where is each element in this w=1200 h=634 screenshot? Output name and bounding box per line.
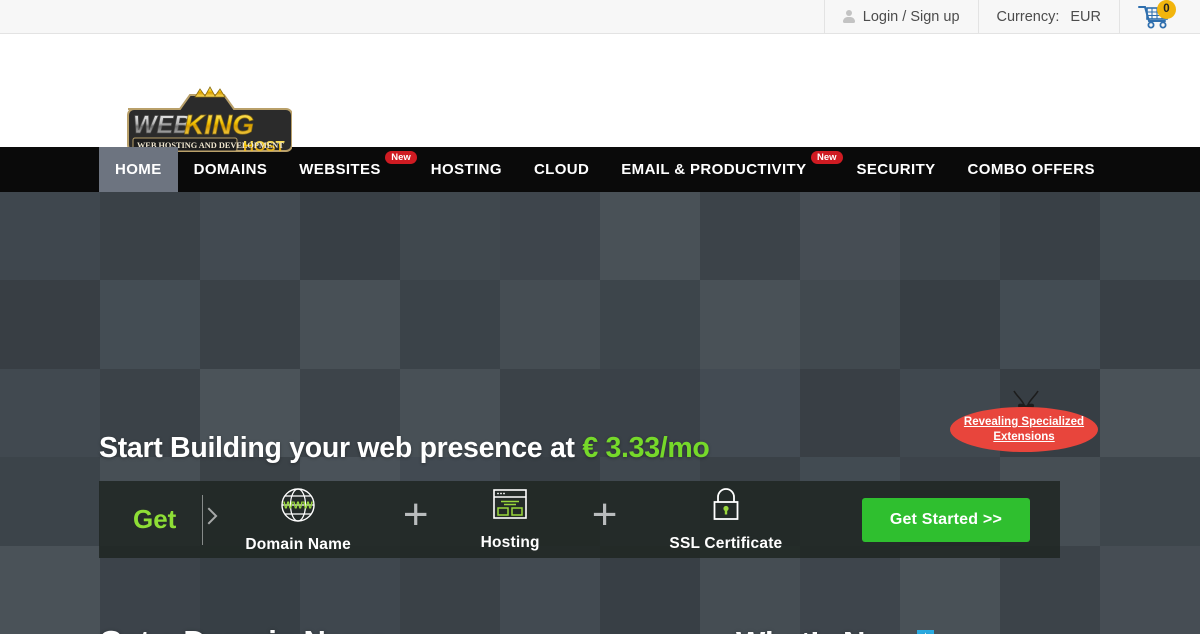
feature-hosting: Hosting [481, 488, 540, 552]
nav-item-label: WEBSITES [299, 161, 381, 178]
feature-ssl-label: SSL Certificate [669, 534, 783, 552]
cart-icon: 0 [1138, 0, 1176, 30]
nav-item-cloud[interactable]: CLOUD [518, 147, 605, 192]
get-label: Get [133, 504, 177, 534]
feature-domain-label: Domain Name [245, 535, 351, 553]
svg-text:WWW: WWW [283, 499, 313, 511]
nav-item-combo-offers[interactable]: COMBO OFFERS [952, 147, 1111, 192]
feature-ssl-certificate: SSL Certificate [669, 487, 782, 553]
nav-item-websites[interactable]: WEBSITES New [283, 147, 417, 192]
top-utility-bar: Login / Sign up Currency: EUR 0 [0, 0, 1200, 34]
login-signup-label: Login / Sign up [862, 8, 960, 25]
promo-tag-line1: Revealing Specialized [963, 416, 1085, 429]
nav-item-label: HOSTING [430, 161, 502, 178]
logo-band: WEB KING HOST WEB HOSTING AND DEVELOPMEN… [0, 34, 1200, 155]
currency-value: EUR [1070, 8, 1101, 25]
nav-item-label: DOMAINS [193, 161, 268, 178]
nav-item-hosting[interactable]: HOSTING [415, 147, 518, 192]
nav-item-security[interactable]: SECURITY [841, 147, 952, 192]
currency-selector[interactable]: Currency: EUR [977, 0, 1119, 33]
feature-domain-name: WWW Domain Name [245, 486, 351, 554]
hero-section: Start Building your web presence at € 3.… [0, 192, 1200, 634]
whats-new-heading-label: What’s New [736, 625, 906, 634]
currency-label: Currency: [996, 8, 1060, 25]
nav-item-email-productivity[interactable]: EMAIL & PRODUCTIVITY New [605, 147, 843, 192]
plus-icon-2: + [591, 490, 618, 540]
hero-headline: Start Building your web presence at € 3.… [99, 432, 710, 465]
nav-item-home[interactable]: HOME [99, 147, 178, 192]
promo-tag-line2: Extensions [993, 430, 1055, 443]
nav-item-label: SECURITY [856, 161, 936, 178]
bundle-strip: Get WWW Domain Name + Hosting + SSL Cert… [99, 481, 1060, 558]
whats-new-heading: What’s New ★ [736, 625, 934, 634]
hero-price: € 3.33/mo [582, 432, 710, 464]
nav-item-label: EMAIL & PRODUCTIVITY [621, 161, 807, 178]
browser-window-icon [492, 488, 528, 527]
lock-icon [709, 487, 743, 528]
login-signup-link[interactable]: Login / Sign up [823, 0, 978, 33]
nav-new-badge: New [810, 151, 843, 164]
cart-button[interactable]: 0 [1119, 0, 1200, 33]
nav-item-domains[interactable]: DOMAINS [178, 147, 284, 192]
nav-item-label: HOME [115, 161, 162, 178]
nav-new-badge: New [385, 151, 417, 164]
chevron-right-icon [202, 494, 204, 545]
cart-count-badge: 0 [1157, 0, 1176, 19]
feature-hosting-label: Hosting [480, 533, 540, 551]
svg-text:KING: KING [184, 109, 254, 140]
domain-search-heading: Get a Domain Name [99, 624, 387, 634]
get-started-button[interactable]: Get Started >> [861, 497, 1030, 542]
promo-tag[interactable]: Revealing Specialized Extensions [950, 407, 1098, 452]
plus-icon-1: + [402, 490, 429, 540]
nav-item-label: COMBO OFFERS [967, 161, 1095, 178]
user-icon [843, 10, 856, 23]
main-navigation: HOME DOMAINS WEBSITES New HOSTING CLOUD EMAIL … [0, 147, 1200, 192]
nav-item-label: CLOUD [533, 161, 590, 178]
svg-text:WEB: WEB [133, 111, 191, 139]
bookmark-star-icon: ★ [916, 630, 934, 634]
hero-headline-text: Start Building your web presence at [99, 432, 583, 464]
globe-www-icon: WWW [279, 486, 317, 529]
